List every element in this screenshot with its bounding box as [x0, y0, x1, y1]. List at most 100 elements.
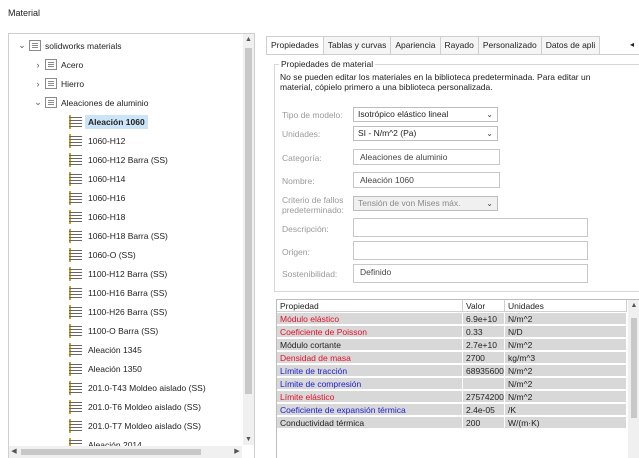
- property-value-cell[interactable]: 68935600: [463, 365, 505, 377]
- table-row[interactable]: Densidad de masa2700kg/m^3: [277, 352, 627, 364]
- scroll-down-icon[interactable]: ▼: [243, 434, 254, 445]
- table-row[interactable]: Coeficiente de Poisson0.33N/D: [277, 326, 627, 338]
- material-item[interactable]: 1100-H16 Barra (SS): [69, 283, 167, 302]
- sustainability-field[interactable]: Definido: [353, 264, 588, 283]
- material-item[interactable]: 1060-H12 Barra (SS): [69, 150, 168, 169]
- property-name-cell[interactable]: Límite elástico: [277, 391, 463, 403]
- material-item[interactable]: 1100-O Barra (SS): [69, 321, 158, 340]
- table-row[interactable]: Límite de compresión N/m^2: [277, 378, 627, 390]
- property-name-cell[interactable]: Módulo elástico: [277, 313, 463, 325]
- failure-criterion-select[interactable]: Tensión de von Mises máx. ⌄: [353, 196, 498, 211]
- header-units[interactable]: Unidades: [505, 300, 627, 312]
- header-property[interactable]: Propiedad: [277, 300, 463, 312]
- property-value-cell[interactable]: 2.4e-05: [463, 404, 505, 416]
- name-field[interactable]: Aleación 1060: [353, 172, 500, 188]
- table-row[interactable]: Límite de tracción68935600N/m^2: [277, 365, 627, 377]
- tree-node-aleaciones-aluminio[interactable]: ⌄ Aleaciones de aluminio: [33, 93, 148, 112]
- tree-vertical-scrollbar[interactable]: ▲ ▼: [243, 34, 254, 445]
- chevron-right-icon[interactable]: ›: [33, 60, 43, 70]
- property-unit-cell[interactable]: N/m^2: [505, 365, 627, 377]
- sustainability-label: Sostenibilidad:: [282, 269, 337, 279]
- property-name-cell[interactable]: Coeficiente de expansión térmica: [277, 404, 463, 416]
- material-item[interactable]: 1060-H16: [69, 188, 125, 207]
- description-field[interactable]: [353, 218, 588, 237]
- tab-0[interactable]: Propiedades: [266, 36, 324, 55]
- property-value-cell[interactable]: 27574200: [463, 391, 505, 403]
- material-item-label: 201.0-T7 Moldeo aislado (SS): [88, 421, 201, 431]
- property-value-cell[interactable]: 2700: [463, 352, 505, 364]
- property-unit-cell[interactable]: N/D: [505, 326, 627, 338]
- library-note: No se pueden editar los materiales en la…: [280, 72, 638, 92]
- units-select[interactable]: SI - N/m^2 (Pa) ⌄: [353, 126, 498, 141]
- property-unit-cell[interactable]: N/m^2: [505, 391, 627, 403]
- property-unit-cell[interactable]: N/m^2: [505, 339, 627, 351]
- property-value-cell[interactable]: [463, 378, 505, 390]
- material-item[interactable]: Aleación 1350: [69, 359, 142, 378]
- table-row[interactable]: Módulo elástico6.9e+10N/m^2: [277, 313, 627, 325]
- chevron-right-icon[interactable]: ›: [33, 79, 43, 89]
- scroll-right-icon[interactable]: ▶: [232, 446, 242, 458]
- material-item[interactable]: 1060-H18: [69, 207, 125, 226]
- tab-3[interactable]: Rayado: [440, 36, 479, 54]
- material-item[interactable]: 1060-H18 Barra (SS): [69, 226, 168, 245]
- property-value-cell[interactable]: 0.33: [463, 326, 505, 338]
- property-name-cell[interactable]: Conductividad térmica: [277, 417, 463, 429]
- property-name-cell[interactable]: Densidad de masa: [277, 352, 463, 364]
- property-name-cell[interactable]: Módulo cortante: [277, 339, 463, 351]
- property-name-cell[interactable]: Límite de tracción: [277, 365, 463, 377]
- category-field[interactable]: Aleaciones de aluminio: [353, 149, 500, 165]
- scroll-thumb[interactable]: [631, 318, 637, 418]
- scroll-left-icon[interactable]: ◀: [9, 446, 19, 458]
- table-row[interactable]: Conductividad térmica200W/(m·K): [277, 417, 627, 429]
- tab-2[interactable]: Apariencia: [390, 36, 440, 54]
- folder-icon: [45, 59, 57, 70]
- property-name-cell[interactable]: Coeficiente de Poisson: [277, 326, 463, 338]
- material-item[interactable]: 1060-O (SS): [69, 245, 136, 264]
- table-row[interactable]: Coeficiente de expansión térmica2.4e-05/…: [277, 404, 627, 416]
- material-item[interactable]: 1100-H26 Barra (SS): [69, 302, 167, 321]
- tree-horizontal-scrollbar[interactable]: ◀ ▶: [9, 446, 242, 458]
- table-vertical-scrollbar[interactable]: ▲: [628, 300, 639, 458]
- material-item[interactable]: 1100-H12 Barra (SS): [69, 264, 167, 283]
- property-value-cell[interactable]: 2.7e+10: [463, 339, 505, 351]
- failure-criterion-value: Tensión de von Mises máx.: [358, 198, 461, 208]
- material-item[interactable]: Aleación 1060: [69, 112, 148, 131]
- material-item[interactable]: 201.0-T43 Moldeo aislado (SS): [69, 378, 206, 397]
- material-item[interactable]: 1060-H12: [69, 131, 125, 150]
- header-value[interactable]: Valor: [463, 300, 505, 312]
- material-item[interactable]: 201.0-T7 Moldeo aislado (SS): [69, 416, 201, 435]
- scroll-up-icon[interactable]: ▲: [628, 300, 639, 312]
- property-unit-cell[interactable]: N/m^2: [505, 313, 627, 325]
- tree-node-acero[interactable]: › Acero: [33, 55, 83, 74]
- property-unit-cell[interactable]: kg/m^3: [505, 352, 627, 364]
- tab-4[interactable]: Personalizado: [478, 36, 542, 54]
- tree-node-hierro[interactable]: › Hierro: [33, 74, 84, 93]
- scroll-thumb[interactable]: [21, 449, 201, 455]
- table-row[interactable]: Límite elástico27574200N/m^2: [277, 391, 627, 403]
- material-icon: [69, 248, 82, 262]
- property-value-cell[interactable]: 6.9e+10: [463, 313, 505, 325]
- property-name-cell[interactable]: Límite de compresión: [277, 378, 463, 390]
- material-item[interactable]: 1060-H14: [69, 169, 125, 188]
- scroll-thumb[interactable]: [245, 48, 252, 394]
- material-icon: [69, 153, 82, 167]
- chevron-down-icon[interactable]: ⌄: [17, 40, 27, 51]
- table-row[interactable]: Módulo cortante2.7e+10N/m^2: [277, 339, 627, 351]
- tab-1[interactable]: Tablas y curvas: [323, 36, 392, 54]
- scroll-up-icon[interactable]: ▲: [243, 34, 254, 45]
- model-type-value: Isotrópico elástico lineal: [358, 109, 448, 119]
- property-value-cell[interactable]: 200: [463, 417, 505, 429]
- property-unit-cell[interactable]: W/(m·K): [505, 417, 627, 429]
- material-item[interactable]: Aleación 1345: [69, 340, 142, 359]
- material-item-label: 1100-O Barra (SS): [88, 326, 158, 336]
- model-type-select[interactable]: Isotrópico elástico lineal ⌄: [353, 107, 498, 122]
- tab-scroll-icon[interactable]: ◂: [630, 36, 639, 53]
- tree-node-root[interactable]: ⌄ solidworks materials: [17, 36, 122, 55]
- material-tree: ⌄ solidworks materials › Acero › Hierro …: [8, 33, 255, 458]
- material-item[interactable]: 201.0-T6 Moldeo aislado (SS): [69, 397, 201, 416]
- property-unit-cell[interactable]: N/m^2: [505, 378, 627, 390]
- tab-5[interactable]: Datos de apli: [541, 36, 601, 54]
- origin-field[interactable]: [353, 241, 588, 260]
- property-unit-cell[interactable]: /K: [505, 404, 627, 416]
- chevron-down-icon[interactable]: ⌄: [33, 97, 43, 108]
